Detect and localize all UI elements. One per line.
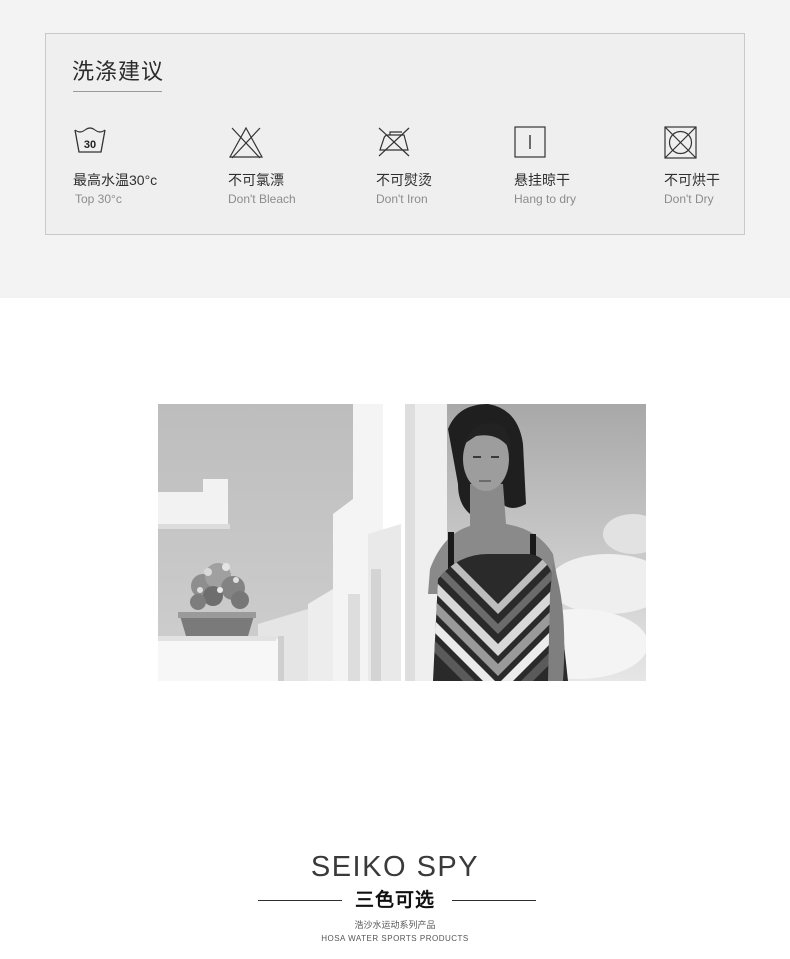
brand-block: SEIKO SPY 三色可选 浩沙水运动系列产品 HOSA WATER SPOR… xyxy=(0,846,790,943)
care-label-iron-cn: 不可熨烫 xyxy=(376,172,432,188)
care-label-bleach-en: Don't Bleach xyxy=(228,192,296,206)
brand-colors-row: 三色可选 xyxy=(0,888,790,914)
brand-name: SEIKO SPY xyxy=(310,851,480,883)
care-item-wash: 30 最高水温30°c Top 30°c xyxy=(73,126,213,206)
no-tumble-dry-icon xyxy=(664,126,697,159)
brand-subtitle-cn: 浩沙水运动系列产品 xyxy=(354,920,436,930)
brand-divider-right xyxy=(452,900,536,901)
care-item-iron: 不可熨烫 Don't Iron xyxy=(376,126,516,206)
care-title-divider xyxy=(73,91,162,92)
wash-30-icon: 30 xyxy=(74,127,106,153)
care-label-hang-en: Hang to dry xyxy=(514,192,577,206)
care-label-dry-en: Don't Dry xyxy=(664,192,714,206)
care-label-wash-cn: 最高水温30°c xyxy=(73,172,158,188)
care-title: 洗涤建议 xyxy=(72,59,165,84)
care-section: 洗涤建议 30 最高水温30°c Top 30°c 不可氯漂 Don't Ble… xyxy=(0,0,790,298)
no-bleach-icon xyxy=(228,126,264,159)
product-photo xyxy=(158,404,646,681)
brand-divider-left xyxy=(258,900,342,901)
care-item-hang: 悬挂晾干 Hang to dry xyxy=(514,126,654,206)
brand-subtitle-en: HOSA WATER SPORTS PRODUCTS xyxy=(321,934,469,943)
care-label-bleach-cn: 不可氯漂 xyxy=(228,172,284,188)
hang-dry-icon xyxy=(514,126,546,158)
care-label-iron-en: Don't Iron xyxy=(376,192,428,206)
care-label-wash-en: Top 30°c xyxy=(75,192,122,206)
care-label-hang-cn: 悬挂晾干 xyxy=(514,172,570,188)
care-label-dry-cn: 不可烘干 xyxy=(664,172,720,188)
no-iron-icon xyxy=(378,127,410,157)
svg-text:30: 30 xyxy=(84,139,96,151)
care-item-dry: 不可烘干 Don't Dry xyxy=(664,126,790,206)
care-card: 洗涤建议 30 最高水温30°c Top 30°c 不可氯漂 Don't Ble… xyxy=(45,33,745,235)
care-item-bleach: 不可氯漂 Don't Bleach xyxy=(228,126,368,206)
brand-colors-label: 三色可选 xyxy=(354,890,435,911)
